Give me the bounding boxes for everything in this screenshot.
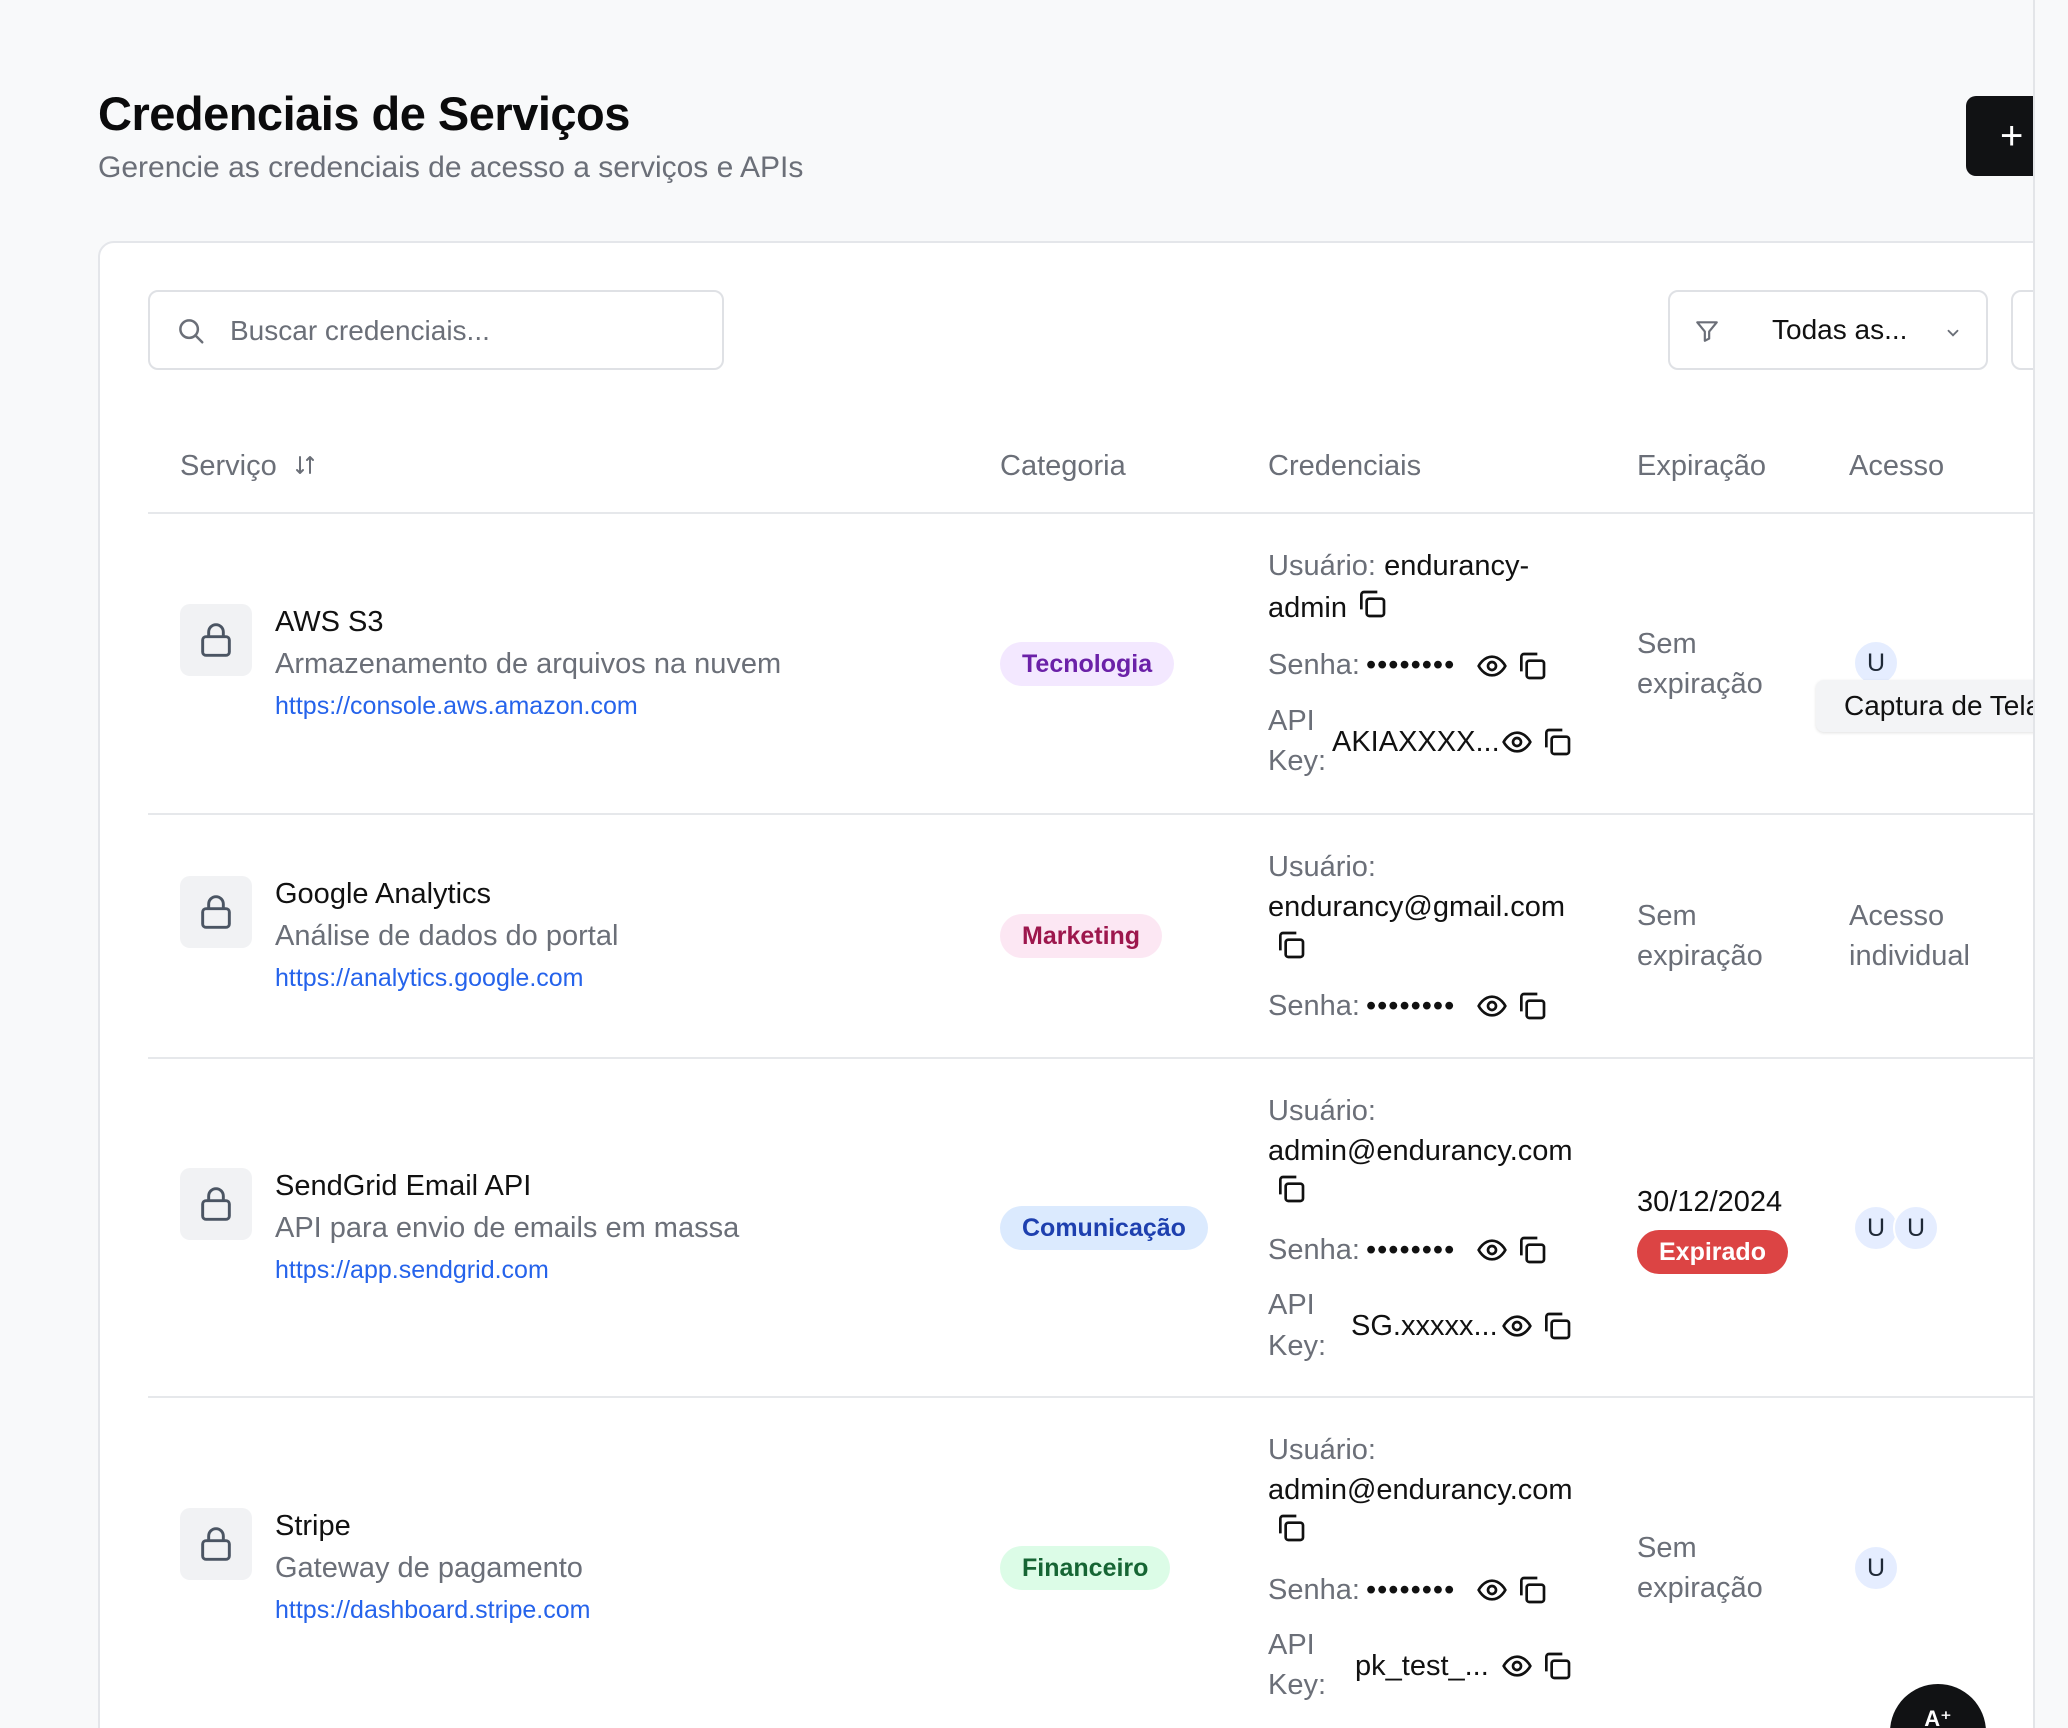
search-input[interactable] — [230, 310, 690, 352]
lock-icon — [201, 895, 231, 929]
password-label: Senha: — [1268, 649, 1360, 681]
expiration-text: Sem expiração — [1637, 900, 1763, 972]
header-service[interactable]: Serviço — [180, 450, 317, 483]
tooltip: Captura de Tela — [1816, 680, 2068, 732]
expired-status-badge: Expirado — [1637, 1230, 1788, 1274]
eye-icon[interactable] — [1476, 990, 1508, 1022]
username-value: admin@endurancy.com — [1268, 1474, 1573, 1506]
service-description: Armazenamento de arquivos na nuvem — [275, 648, 782, 680]
divider — [148, 813, 2048, 815]
filter-label: Todas as... — [1772, 314, 1908, 345]
header-expiration: Expiração — [1637, 450, 1766, 482]
api-key-value: pk_test_... — [1355, 1650, 1489, 1682]
copy-icon[interactable] — [1541, 726, 1573, 758]
user-label: Usuário: endurancy- — [1268, 550, 1530, 582]
user-label: Usuário: — [1268, 1095, 1376, 1127]
copy-icon[interactable] — [1275, 1512, 1307, 1544]
api-label: API — [1268, 1289, 1315, 1321]
password-label: Senha: — [1268, 1574, 1360, 1606]
copy-icon[interactable] — [1516, 1234, 1548, 1266]
divider — [148, 512, 2048, 514]
header-category: Categoria — [1000, 450, 1126, 482]
header-credentials: Credenciais — [1268, 450, 1422, 482]
copy-icon[interactable] — [1516, 990, 1548, 1022]
username-value: endurancy@gmail.com — [1268, 891, 1566, 923]
copy-icon[interactable] — [1516, 650, 1548, 682]
key-label: Key: — [1268, 1330, 1327, 1362]
api-label: API — [1268, 705, 1315, 737]
access-text: Acesso individual — [1849, 900, 1970, 972]
password-masked: •••••••• — [1366, 990, 1456, 1022]
category-badge: Comunicação — [1000, 1206, 1208, 1250]
lock-icon — [201, 623, 231, 657]
eye-icon[interactable] — [1501, 726, 1533, 758]
expiration-date: 30/12/2024 — [1637, 1186, 1783, 1218]
password-masked: •••••••• — [1366, 1234, 1456, 1266]
header-service-label: Serviço — [180, 450, 277, 482]
service-url-link[interactable]: https://analytics.google.com — [275, 964, 584, 993]
category-badge: Financeiro — [1000, 1546, 1171, 1590]
page-root: Credenciais de Serviços Gerencie as cred… — [0, 0, 2068, 1728]
service-icon-box — [180, 604, 252, 676]
user-label: Usuário: — [1268, 1434, 1376, 1466]
service-name: AWS S3 — [275, 606, 384, 638]
avatar[interactable]: U — [1893, 1205, 1939, 1251]
key-label: Key: — [1268, 1669, 1327, 1701]
username-value: admin@endurancy.com — [1268, 1135, 1573, 1167]
service-url-link[interactable]: https://app.sendgrid.com — [275, 1256, 549, 1285]
service-name: SendGrid Email API — [275, 1170, 532, 1202]
service-icon-box — [180, 1508, 252, 1580]
page-title: Credenciais de Serviços — [98, 87, 630, 140]
password-label: Senha: — [1268, 1234, 1360, 1266]
username-value-cont: admin — [1268, 592, 1347, 624]
copy-icon[interactable] — [1516, 1574, 1548, 1606]
eye-icon[interactable] — [1501, 1650, 1533, 1682]
service-name: Stripe — [275, 1510, 351, 1542]
divider — [148, 1396, 2048, 1398]
copy-icon[interactable] — [1275, 1173, 1307, 1205]
copy-icon[interactable] — [1541, 1650, 1573, 1682]
eye-icon[interactable] — [1476, 650, 1508, 682]
username-value: endurancy- — [1384, 550, 1530, 582]
eye-icon[interactable] — [1501, 1310, 1533, 1342]
api-key-value: SG.xxxxx... — [1351, 1310, 1498, 1342]
category-filter-select[interactable]: Todas as... — [1668, 290, 1988, 370]
user-label: Usuário: — [1268, 851, 1376, 883]
service-icon-box — [180, 1168, 252, 1240]
search-icon — [179, 319, 204, 344]
password-masked: •••••••• — [1366, 649, 1456, 681]
lock-icon — [201, 1527, 231, 1561]
header-access: Acesso — [1849, 450, 1945, 482]
avatar[interactable]: U — [1853, 1545, 1899, 1591]
password-label: Senha: — [1268, 990, 1360, 1022]
service-url-link[interactable]: https://dashboard.stripe.com — [275, 1596, 590, 1625]
expiration-text: Sem expiração — [1637, 1532, 1763, 1604]
key-label: Key: — [1268, 745, 1327, 777]
api-key-value: AKIAXXXX... — [1332, 726, 1500, 758]
api-label: API — [1268, 1629, 1315, 1661]
category-badge: Tecnologia — [1000, 642, 1175, 686]
copy-icon[interactable] — [1356, 588, 1388, 620]
service-description: Análise de dados do portal — [275, 920, 619, 952]
copy-icon[interactable] — [1275, 929, 1307, 961]
service-icon-box — [180, 876, 252, 948]
page-subtitle: Gerencie as credenciais de acesso a serv… — [98, 151, 804, 184]
filter-icon — [1696, 321, 1718, 342]
password-masked: •••••••• — [1366, 1574, 1456, 1606]
chevron-down-icon — [1947, 329, 1959, 337]
eye-icon[interactable] — [1476, 1574, 1508, 1606]
eye-icon[interactable] — [1476, 1234, 1508, 1266]
divider — [148, 1057, 2048, 1059]
service-description: Gateway de pagamento — [275, 1552, 583, 1584]
category-badge: Marketing — [1000, 914, 1163, 958]
service-description: API para envio de emails em massa — [275, 1212, 740, 1244]
sort-icon — [295, 456, 314, 474]
copy-icon[interactable] — [1541, 1310, 1573, 1342]
service-url-link[interactable]: https://console.aws.amazon.com — [275, 692, 638, 721]
service-name: Google Analytics — [275, 878, 492, 910]
lock-icon — [201, 1187, 231, 1221]
expiration-text: Sem expiração — [1637, 628, 1763, 700]
search-box[interactable] — [148, 290, 724, 370]
scrollbar-track[interactable] — [2033, 0, 2068, 1728]
